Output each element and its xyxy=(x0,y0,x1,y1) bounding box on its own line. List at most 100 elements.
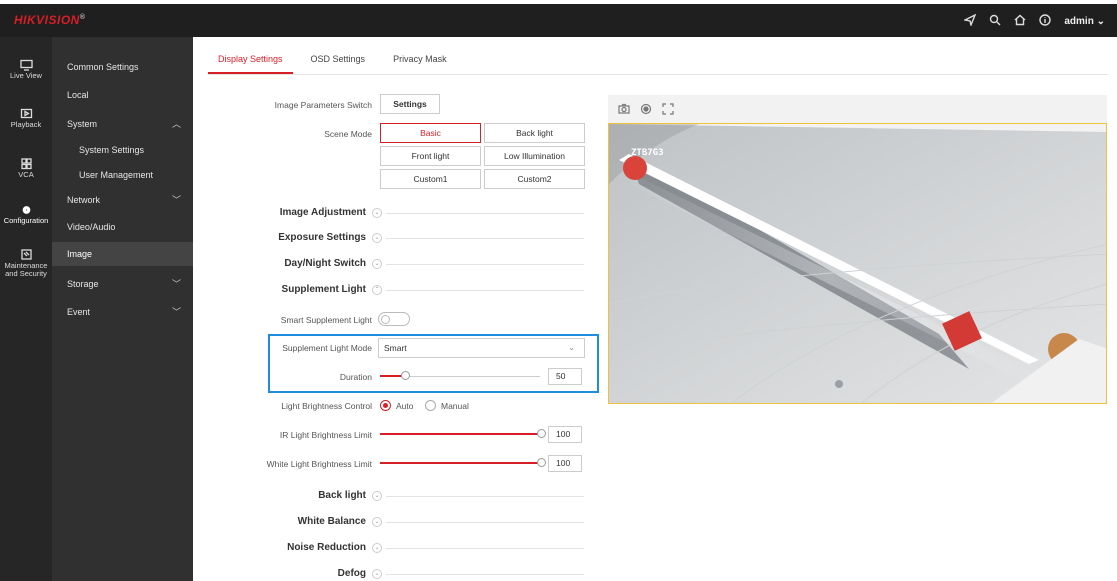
section-divider xyxy=(386,213,584,214)
white-limit-label: White Light Brightness Limit xyxy=(266,459,372,469)
section-noise-reduction[interactable]: Noise Reduction xyxy=(196,542,366,553)
white-limit-input[interactable]: 100 xyxy=(548,455,582,472)
monitor-icon xyxy=(19,59,33,71)
expand-icon[interactable]: ⌄ xyxy=(372,517,382,527)
ir-limit-label: IR Light Brightness Limit xyxy=(279,430,372,440)
section-day-night-switch[interactable]: Day/Night Switch xyxy=(196,258,366,269)
expand-icon[interactable]: ⌄ xyxy=(372,259,382,269)
expand-icon[interactable]: ⌄ xyxy=(372,208,382,218)
home-icon[interactable] xyxy=(1014,14,1026,29)
ir-limit-slider-handle[interactable] xyxy=(537,429,546,438)
menu-system[interactable]: System ︿ xyxy=(52,112,193,136)
menu-video-audio[interactable]: Video/Audio xyxy=(52,215,193,239)
preview-overlay-text: ZTB7G3 xyxy=(631,148,664,158)
scene-basic[interactable]: Basic xyxy=(380,123,481,143)
nav-configuration[interactable]: Configuration xyxy=(0,204,52,225)
white-limit-slider-handle[interactable] xyxy=(537,458,546,467)
select-value: Smart xyxy=(384,343,407,353)
nav-label: Live View xyxy=(10,71,42,80)
menu-local[interactable]: Local xyxy=(52,83,193,107)
chevron-down-icon: ﹀ xyxy=(171,195,181,205)
scene-custom1[interactable]: Custom1 xyxy=(380,169,481,189)
expand-icon[interactable]: ⌄ xyxy=(372,491,382,501)
vca-icon xyxy=(20,158,32,170)
playback-icon xyxy=(20,108,32,119)
nav-label: VCA xyxy=(18,170,34,179)
user-menu[interactable]: admin ⌄ xyxy=(1064,16,1105,27)
nav-live-view[interactable]: Live View xyxy=(0,59,52,80)
scene-mode-label: Scene Mode xyxy=(324,129,372,139)
auto-label: Auto xyxy=(396,401,414,411)
nav-playback[interactable]: Playback xyxy=(0,108,52,129)
section-image-adjustment[interactable]: Image Adjustment xyxy=(196,207,366,218)
scene-low-illumination[interactable]: Low Illumination xyxy=(484,146,585,166)
section-defog[interactable]: Defog xyxy=(196,568,366,579)
info-icon[interactable] xyxy=(1039,14,1052,29)
camera-icon[interactable] xyxy=(618,103,630,115)
section-divider xyxy=(386,548,584,549)
menu-label: Network xyxy=(67,195,101,205)
menu-image[interactable]: Image xyxy=(52,242,193,266)
search-icon[interactable] xyxy=(989,14,1001,29)
chevron-down-icon: ﹀ xyxy=(171,279,181,289)
duration-fill xyxy=(380,375,402,377)
expand-icon[interactable]: ⌄ xyxy=(372,233,382,243)
collapse-icon[interactable]: ⌃ xyxy=(372,285,382,295)
smart-supplement-toggle[interactable] xyxy=(378,312,410,326)
header-actions: admin ⌄ xyxy=(963,13,1105,29)
live-preview: ZTB7G3 xyxy=(608,123,1107,404)
scene-front-light[interactable]: Front light xyxy=(380,146,481,166)
section-white-balance[interactable]: White Balance xyxy=(196,516,366,527)
supplement-mode-select[interactable]: Smart ⌄ xyxy=(378,338,585,358)
ir-limit-input[interactable]: 100 xyxy=(548,426,582,443)
menu-network[interactable]: Network ﹀ xyxy=(52,188,193,212)
manual-radio[interactable] xyxy=(425,400,436,411)
toggle-knob xyxy=(381,315,390,324)
duration-slider-handle[interactable] xyxy=(401,371,410,380)
fullscreen-icon[interactable] xyxy=(662,103,674,115)
tab-osd-settings[interactable]: OSD Settings xyxy=(301,52,376,74)
settings-tabs: Display Settings OSD Settings Privacy Ma… xyxy=(208,52,457,74)
nav-vca[interactable]: VCA xyxy=(0,158,52,179)
menu-common-settings[interactable]: Common Settings xyxy=(52,55,193,79)
ir-limit-fill xyxy=(380,433,540,435)
expand-icon[interactable]: ⌄ xyxy=(372,543,382,553)
primary-nav: Live View Playback VCA Configuration Mai… xyxy=(0,37,52,581)
menu-user-management[interactable]: User Management xyxy=(52,163,193,187)
menu-system-settings[interactable]: System Settings xyxy=(52,138,193,162)
chevron-down-icon: ⌄ xyxy=(568,343,575,352)
expand-icon[interactable]: ⌄ xyxy=(372,569,382,579)
section-divider xyxy=(386,290,584,291)
menu-event[interactable]: Event ﹀ xyxy=(52,300,193,324)
section-exposure-settings[interactable]: Exposure Settings xyxy=(196,232,366,243)
manual-label: Manual xyxy=(441,401,469,411)
image-params-switch-label: Image Parameters Switch xyxy=(274,100,372,110)
section-divider xyxy=(386,238,584,239)
top-bar: HIKVISION® admin ⌄ xyxy=(0,0,1117,37)
nav-maintenance[interactable]: Maintenance and Security xyxy=(0,249,52,278)
tab-privacy-mask[interactable]: Privacy Mask xyxy=(383,52,457,74)
white-limit-fill xyxy=(380,462,540,464)
nav-label: Maintenance and Security xyxy=(4,261,48,278)
section-back-light[interactable]: Back light xyxy=(196,490,366,501)
username: admin xyxy=(1064,16,1094,27)
preview-toolbar xyxy=(608,95,1107,123)
send-icon[interactable] xyxy=(963,13,977,29)
settings-button[interactable]: Settings xyxy=(380,94,440,114)
supplement-mode-label: Supplement Light Mode xyxy=(282,343,372,353)
section-supplement-light[interactable]: Supplement Light xyxy=(196,284,366,295)
menu-label: Event xyxy=(67,307,91,317)
chevron-down-icon: ﹀ xyxy=(171,307,181,317)
section-divider xyxy=(386,496,584,497)
tab-display-settings[interactable]: Display Settings xyxy=(208,52,293,74)
menu-storage[interactable]: Storage ﹀ xyxy=(52,272,193,296)
chevron-up-icon: ︿ xyxy=(171,119,181,129)
record-icon[interactable] xyxy=(640,103,652,115)
section-divider xyxy=(386,264,584,265)
auto-radio[interactable] xyxy=(380,400,391,411)
scene-custom2[interactable]: Custom2 xyxy=(484,169,585,189)
brightness-control-label: Light Brightness Control xyxy=(281,401,372,411)
scene-back-light[interactable]: Back light xyxy=(484,123,585,143)
nav-label: Playback xyxy=(10,120,42,129)
duration-input[interactable]: 50 xyxy=(548,368,582,385)
